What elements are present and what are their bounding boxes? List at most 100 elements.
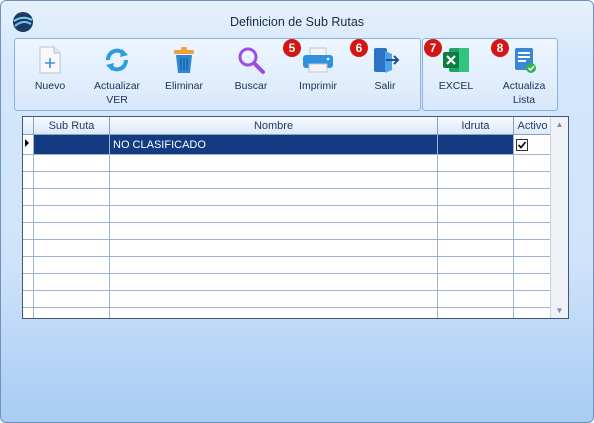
table-row[interactable] bbox=[23, 239, 552, 257]
cell-activo[interactable] bbox=[513, 239, 552, 257]
cell-activo[interactable] bbox=[513, 188, 552, 206]
cell-sub-ruta[interactable] bbox=[33, 290, 110, 308]
table-row[interactable] bbox=[23, 205, 552, 223]
cell-nombre[interactable] bbox=[109, 205, 438, 223]
table-row[interactable] bbox=[23, 290, 552, 308]
cell-nombre[interactable]: NO CLASIFICADO bbox=[109, 134, 438, 155]
row-indicator bbox=[23, 307, 34, 318]
cell-nombre[interactable] bbox=[109, 222, 438, 240]
actualiza-lista-label: Actualiza Lista bbox=[502, 80, 546, 106]
cell-activo[interactable] bbox=[513, 154, 552, 172]
column-header-activo[interactable]: Activo bbox=[513, 117, 552, 135]
cell-nombre[interactable] bbox=[109, 256, 438, 274]
row-indicator bbox=[23, 222, 34, 240]
cell-activo[interactable] bbox=[513, 134, 552, 155]
cell-activo[interactable] bbox=[513, 205, 552, 223]
cell-nombre[interactable] bbox=[109, 273, 438, 291]
row-indicator bbox=[23, 290, 34, 308]
table-row[interactable] bbox=[23, 307, 552, 318]
cell-idruta[interactable] bbox=[437, 154, 514, 172]
excel-label: EXCEL bbox=[438, 80, 474, 92]
row-indicator bbox=[23, 134, 34, 155]
cell-nombre[interactable] bbox=[109, 239, 438, 257]
cell-activo[interactable] bbox=[513, 256, 552, 274]
title-bar: Definicion de Sub Rutas bbox=[1, 1, 593, 35]
cell-idruta[interactable] bbox=[437, 171, 514, 189]
actualizar-button[interactable]: Actualizar VER bbox=[87, 45, 147, 107]
cell-activo[interactable] bbox=[513, 222, 552, 240]
toolbar-export-group: EXCEL Actualiza Lista bbox=[422, 38, 558, 111]
cell-idruta[interactable] bbox=[437, 205, 514, 223]
table-row[interactable] bbox=[23, 188, 552, 206]
table-row[interactable]: NO CLASIFICADO bbox=[23, 134, 552, 155]
column-header-idruta[interactable]: Idruta bbox=[437, 117, 514, 135]
row-indicator bbox=[23, 256, 34, 274]
table-row[interactable] bbox=[23, 273, 552, 291]
table-row[interactable] bbox=[23, 154, 552, 172]
cell-sub-ruta[interactable] bbox=[33, 273, 110, 291]
cell-activo[interactable] bbox=[513, 273, 552, 291]
badge-actualiza-lista: 8 bbox=[491, 39, 509, 57]
column-header-sub-ruta[interactable]: Sub Ruta bbox=[33, 117, 110, 135]
cell-idruta[interactable] bbox=[437, 256, 514, 274]
trash-icon bbox=[174, 47, 194, 73]
cell-nombre[interactable] bbox=[109, 188, 438, 206]
scroll-down-arrow-icon[interactable]: ▼ bbox=[551, 303, 568, 318]
refresh-icon bbox=[106, 48, 128, 72]
nuevo-button[interactable]: Nuevo bbox=[20, 45, 80, 93]
badge-excel: 7 bbox=[424, 39, 442, 57]
table-row[interactable] bbox=[23, 171, 552, 189]
printer-icon bbox=[303, 47, 333, 73]
cell-nombre[interactable] bbox=[109, 290, 438, 308]
grid-table: Sub Ruta Nombre Idruta Activo NO CLASIFI… bbox=[23, 117, 552, 318]
cell-nombre[interactable] bbox=[109, 154, 438, 172]
badge-imprimir: 5 bbox=[283, 39, 301, 57]
cell-idruta[interactable] bbox=[437, 188, 514, 206]
cell-idruta[interactable] bbox=[437, 134, 514, 155]
table-row[interactable] bbox=[23, 222, 552, 240]
cell-sub-ruta[interactable] bbox=[33, 171, 110, 189]
current-row-arrow-icon bbox=[25, 139, 29, 147]
row-indicator bbox=[23, 154, 34, 172]
eliminar-button[interactable]: Eliminar bbox=[154, 45, 214, 93]
scroll-up-arrow-icon[interactable]: ▲ bbox=[551, 117, 568, 132]
cell-activo[interactable] bbox=[513, 307, 552, 318]
cell-idruta[interactable] bbox=[437, 222, 514, 240]
cell-activo[interactable] bbox=[513, 171, 552, 189]
excel-icon bbox=[443, 48, 469, 72]
grid-body: NO CLASIFICADO bbox=[23, 134, 552, 318]
search-icon bbox=[238, 47, 265, 74]
sub-rutas-grid[interactable]: Sub Ruta Nombre Idruta Activo NO CLASIFI… bbox=[22, 116, 569, 319]
cell-sub-ruta[interactable] bbox=[33, 154, 110, 172]
cell-idruta[interactable] bbox=[437, 307, 514, 318]
table-row[interactable] bbox=[23, 256, 552, 274]
cell-sub-ruta[interactable] bbox=[33, 239, 110, 257]
row-indicator bbox=[23, 188, 34, 206]
cell-idruta[interactable] bbox=[437, 273, 514, 291]
cell-sub-ruta[interactable] bbox=[33, 307, 110, 318]
main-window: Definicion de Sub Rutas Nuevo Actualizar… bbox=[0, 0, 594, 423]
eliminar-label: Eliminar bbox=[165, 80, 203, 92]
checkmark-icon bbox=[517, 141, 527, 149]
cell-activo[interactable] bbox=[513, 290, 552, 308]
cell-sub-ruta[interactable] bbox=[33, 205, 110, 223]
cell-sub-ruta[interactable] bbox=[33, 188, 110, 206]
cell-sub-ruta[interactable] bbox=[33, 134, 110, 155]
vertical-scrollbar[interactable]: ▲ ▼ bbox=[550, 117, 568, 318]
cell-nombre[interactable] bbox=[109, 171, 438, 189]
column-header-nombre[interactable]: Nombre bbox=[109, 117, 438, 135]
add-document-icon bbox=[39, 46, 61, 74]
window-title: Definicion de Sub Rutas bbox=[229, 15, 365, 29]
nuevo-label: Nuevo bbox=[34, 80, 66, 92]
activo-checkbox[interactable] bbox=[516, 138, 528, 151]
cell-sub-ruta[interactable] bbox=[33, 222, 110, 240]
cell-nombre[interactable] bbox=[109, 307, 438, 318]
exit-icon bbox=[374, 48, 400, 73]
list-check-icon bbox=[515, 48, 536, 73]
cell-idruta[interactable] bbox=[437, 290, 514, 308]
cell-idruta[interactable] bbox=[437, 239, 514, 257]
row-indicator bbox=[23, 273, 34, 291]
buscar-button[interactable]: Buscar bbox=[221, 45, 281, 93]
cell-sub-ruta[interactable] bbox=[33, 256, 110, 274]
row-indicator bbox=[23, 171, 34, 189]
